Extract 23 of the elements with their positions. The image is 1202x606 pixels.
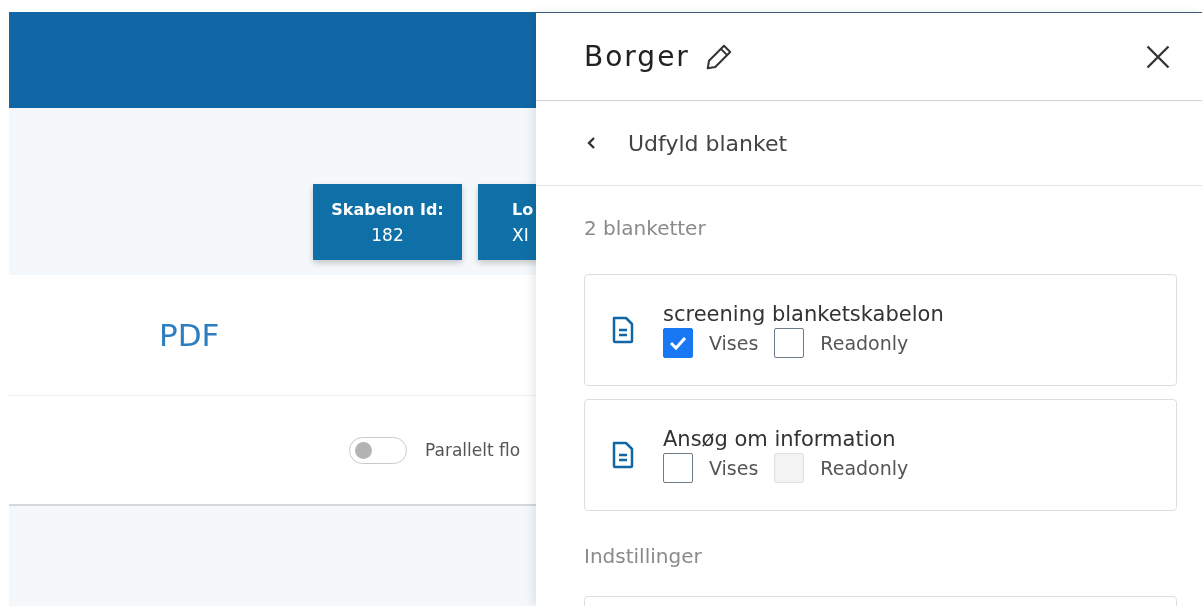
toggle-switch[interactable] xyxy=(349,436,407,464)
form-count: 2 blanketter xyxy=(584,216,707,240)
checkbox-label: Vises xyxy=(709,457,759,479)
badge-value: XI xyxy=(512,224,529,245)
checkbox[interactable] xyxy=(663,453,693,483)
section-heading: Indstillinger xyxy=(584,544,703,568)
form-title: Ansøg om information xyxy=(663,427,897,451)
checkbox-label: Readonly xyxy=(820,457,909,479)
form-title: screening blanketskabelon xyxy=(663,302,944,326)
badge-label: Skabelon Id: xyxy=(331,199,444,219)
checkbox-label: Readonly xyxy=(820,332,909,354)
document-icon xyxy=(611,441,635,469)
badge-label: Lo xyxy=(512,199,534,219)
checkbox[interactable] xyxy=(663,328,693,358)
nav-title: Udfyld blanket xyxy=(628,130,788,156)
back-chevron-icon[interactable] xyxy=(586,135,598,151)
checkbox[interactable] xyxy=(774,328,805,358)
document-icon xyxy=(611,316,635,344)
checkbox-label: Vises xyxy=(709,332,759,354)
pdf-link[interactable]: PDF xyxy=(159,317,220,353)
badge-value: 182 xyxy=(371,224,404,245)
toggle-label: Parallelt flo xyxy=(425,440,521,460)
panel-title: Borger xyxy=(584,40,690,73)
